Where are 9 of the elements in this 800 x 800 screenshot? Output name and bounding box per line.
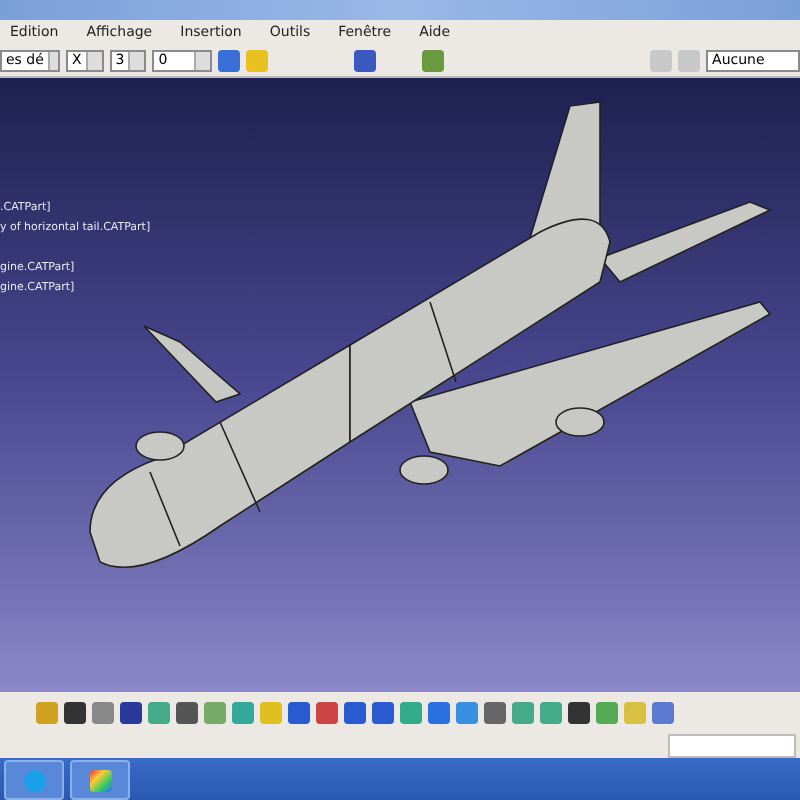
tool-icon[interactable] <box>218 49 241 71</box>
engine <box>399 455 449 485</box>
engine <box>135 431 185 461</box>
taskbar-button[interactable] <box>70 760 130 800</box>
stabilizer <box>143 325 242 403</box>
command-field[interactable] <box>668 733 796 757</box>
engine <box>555 407 605 437</box>
tool-icon[interactable] <box>422 49 445 71</box>
taskbar-button[interactable] <box>4 760 64 800</box>
